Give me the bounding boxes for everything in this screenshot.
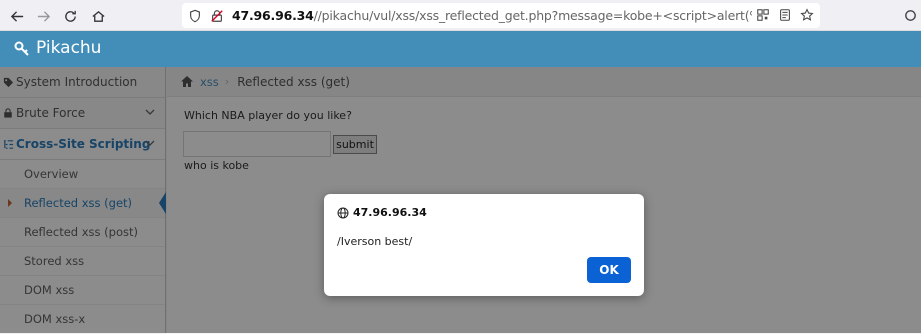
extension-button[interactable] — [900, 5, 920, 25]
qr-code-icon[interactable] — [754, 6, 772, 24]
brand-title: Pikachu — [36, 38, 102, 58]
bookmark-star-icon[interactable] — [798, 6, 816, 24]
forward-button[interactable] — [32, 5, 54, 27]
ok-button[interactable]: OK — [587, 257, 631, 283]
app-header: Pikachu — [0, 31, 921, 67]
home-button[interactable] — [87, 5, 109, 27]
reload-button[interactable] — [59, 5, 81, 27]
browser-toolbar: 47.96.96.34//pikachu/vul/xss/xss_reflect… — [0, 0, 921, 31]
brand[interactable]: Pikachu — [14, 38, 101, 58]
arrow-left-icon — [10, 10, 23, 22]
alert-origin-text: 47.96.96.34 — [353, 206, 427, 219]
reader-view-icon[interactable] — [776, 6, 794, 24]
globe-icon — [337, 207, 349, 218]
reload-icon — [64, 10, 76, 22]
back-button[interactable] — [6, 5, 28, 27]
url-host: 47.96.96.34 — [232, 8, 314, 23]
url-path: //pikachu/vul/xss/xss_reflected_get.php?… — [313, 8, 752, 23]
shield-icon[interactable] — [186, 7, 204, 25]
alert-origin: 47.96.96.34 — [337, 206, 427, 219]
alert-dialog: 47.96.96.34 /Iverson best/ OK — [324, 194, 644, 296]
alert-message: /Iverson best/ — [337, 235, 413, 248]
key-icon — [14, 41, 29, 56]
arrow-right-icon — [37, 10, 50, 22]
url-text[interactable]: 47.96.96.34//pikachu/vul/xss/xss_reflect… — [232, 8, 752, 23]
extension-icon — [904, 9, 916, 21]
address-bar[interactable]: 47.96.96.34//pikachu/vul/xss/xss_reflect… — [182, 3, 820, 28]
insecure-lock-icon[interactable] — [208, 7, 226, 25]
home-icon — [91, 10, 105, 22]
